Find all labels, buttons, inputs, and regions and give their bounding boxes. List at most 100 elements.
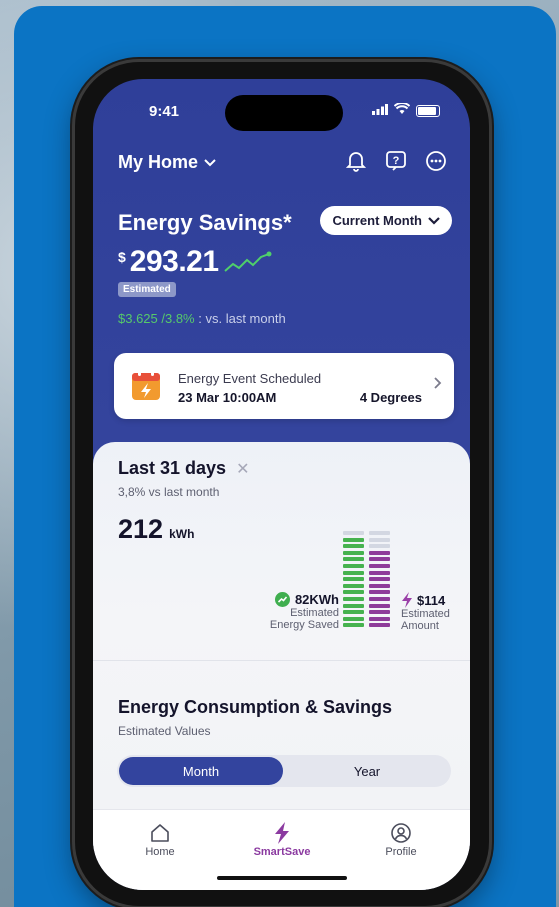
wifi-icon bbox=[393, 102, 411, 118]
amount-label-2: Amount bbox=[401, 620, 439, 632]
header-actions: ? bbox=[344, 149, 448, 173]
profile-icon bbox=[391, 823, 411, 843]
bar-segment bbox=[343, 531, 364, 535]
bar-segment bbox=[369, 531, 390, 535]
status-icons bbox=[372, 102, 440, 118]
bar-segment bbox=[343, 537, 364, 542]
lightning-icon bbox=[275, 822, 289, 844]
tab-profile[interactable]: Profile bbox=[351, 820, 451, 858]
chevron-right-icon bbox=[434, 376, 442, 394]
bar-segment bbox=[343, 577, 364, 582]
bar-segment bbox=[343, 550, 364, 555]
bar-segment bbox=[369, 623, 390, 628]
usage-title-row: Last 31 days ✕ bbox=[118, 458, 249, 479]
bar-segment bbox=[369, 590, 390, 595]
bar-segment bbox=[343, 557, 364, 562]
battery-icon bbox=[416, 104, 440, 117]
savings-comparison: $3.625 /3.8% : vs. last month bbox=[118, 311, 286, 326]
bar-segment bbox=[369, 570, 390, 575]
savings-change-suffix: : vs. last month bbox=[198, 311, 286, 326]
close-icon[interactable]: ✕ bbox=[236, 459, 249, 479]
bar-segment bbox=[369, 597, 390, 601]
amount-value: $114 bbox=[417, 592, 446, 608]
usage-bars bbox=[343, 531, 391, 631]
tab-home[interactable]: Home bbox=[110, 820, 210, 858]
currency-symbol: $ bbox=[118, 249, 126, 265]
toggle-year[interactable]: Year bbox=[285, 757, 449, 785]
bar-segment bbox=[369, 537, 390, 542]
event-degrees: 4 Degrees bbox=[359, 390, 422, 405]
period-toggle: Month Year bbox=[117, 755, 451, 787]
bar-segment bbox=[343, 623, 364, 628]
usage-title: Last 31 days bbox=[118, 458, 227, 478]
more-icon[interactable] bbox=[424, 149, 448, 173]
chevron-down-icon bbox=[428, 216, 440, 225]
consumption-title: Energy Consumption & Savings bbox=[118, 697, 393, 717]
event-title: Energy Event Scheduled bbox=[178, 371, 322, 386]
tab-profile-label: Profile bbox=[385, 846, 417, 858]
svg-text:?: ? bbox=[393, 155, 400, 167]
bar-segment bbox=[369, 557, 390, 562]
home-selector-label: My Home bbox=[118, 152, 199, 172]
amount-bar bbox=[369, 531, 390, 631]
bar-segment bbox=[343, 610, 364, 615]
bar-segment bbox=[343, 570, 364, 575]
tab-bar: Home SmartSave Profile bbox=[93, 809, 470, 890]
amount-label-1: Estimated bbox=[401, 608, 450, 620]
consumption-subtitle: Estimated Values bbox=[118, 724, 211, 738]
savings-amount: $ 293.21 bbox=[118, 245, 273, 279]
estimated-amount-stat: $114 Estimated Amount bbox=[401, 592, 470, 632]
bar-segment bbox=[343, 597, 364, 601]
bar-segment bbox=[343, 603, 364, 608]
tab-home-label: Home bbox=[145, 846, 175, 858]
savings-change: $3.625 /3.8% bbox=[118, 311, 195, 326]
bar-segment bbox=[343, 616, 364, 621]
usage-value: 212 bbox=[118, 514, 164, 544]
home-selector[interactable]: My Home bbox=[118, 152, 216, 173]
trend-circle-icon bbox=[274, 592, 290, 607]
toggle-month[interactable]: Month bbox=[119, 757, 283, 785]
usage-total: 212 kWh bbox=[118, 514, 194, 545]
bar-segment bbox=[369, 564, 390, 568]
bar-segment bbox=[369, 544, 390, 549]
bar-segment bbox=[369, 610, 390, 615]
dynamic-island bbox=[225, 95, 343, 131]
home-indicator bbox=[217, 876, 347, 880]
usage-subtitle: 3,8% vs last month bbox=[118, 485, 220, 499]
bar-segment bbox=[343, 583, 364, 588]
savings-title: Energy Savings* bbox=[118, 210, 292, 235]
calendar-lightning-icon bbox=[132, 370, 160, 400]
section-divider bbox=[93, 660, 470, 661]
saved-bar bbox=[343, 531, 364, 631]
usage-unit: kWh bbox=[169, 527, 195, 541]
phone-screen: 9:41 My Home ? Energy Savings* Current M… bbox=[93, 79, 470, 890]
bar-segment bbox=[369, 577, 390, 582]
period-dropdown-label: Current Month bbox=[332, 213, 422, 228]
chevron-down-icon bbox=[204, 158, 216, 166]
tab-smartsave-label: SmartSave bbox=[253, 846, 311, 858]
saved-label-2: Energy Saved bbox=[269, 619, 339, 631]
event-date: 23 Mar 10:00AM bbox=[178, 390, 277, 405]
tab-smartsave[interactable]: SmartSave bbox=[232, 820, 332, 858]
help-icon[interactable]: ? bbox=[384, 149, 408, 173]
bar-segment bbox=[369, 603, 390, 608]
bar-segment bbox=[343, 590, 364, 595]
period-dropdown[interactable]: Current Month bbox=[320, 206, 452, 235]
estimated-badge: Estimated bbox=[118, 282, 176, 297]
status-time: 9:41 bbox=[149, 103, 180, 120]
saved-label-1: Estimated bbox=[290, 607, 339, 619]
bar-segment bbox=[343, 564, 364, 568]
trend-up-icon bbox=[223, 251, 272, 272]
energy-event-card[interactable]: Energy Event Scheduled 23 Mar 10:00AM 4 … bbox=[114, 353, 454, 419]
energy-saved-stat: 82KWh Estimated Energy Saved bbox=[253, 592, 339, 631]
bar-segment bbox=[369, 583, 390, 588]
lightning-icon bbox=[402, 592, 412, 608]
saved-value: 82KWh bbox=[294, 592, 339, 607]
savings-amount-value: 293.21 bbox=[129, 245, 219, 278]
bar-segment bbox=[369, 616, 390, 621]
signal-icon bbox=[372, 103, 388, 118]
home-icon bbox=[151, 824, 169, 842]
bell-icon[interactable] bbox=[344, 149, 368, 173]
bar-segment bbox=[343, 544, 364, 549]
bar-segment bbox=[369, 550, 390, 555]
